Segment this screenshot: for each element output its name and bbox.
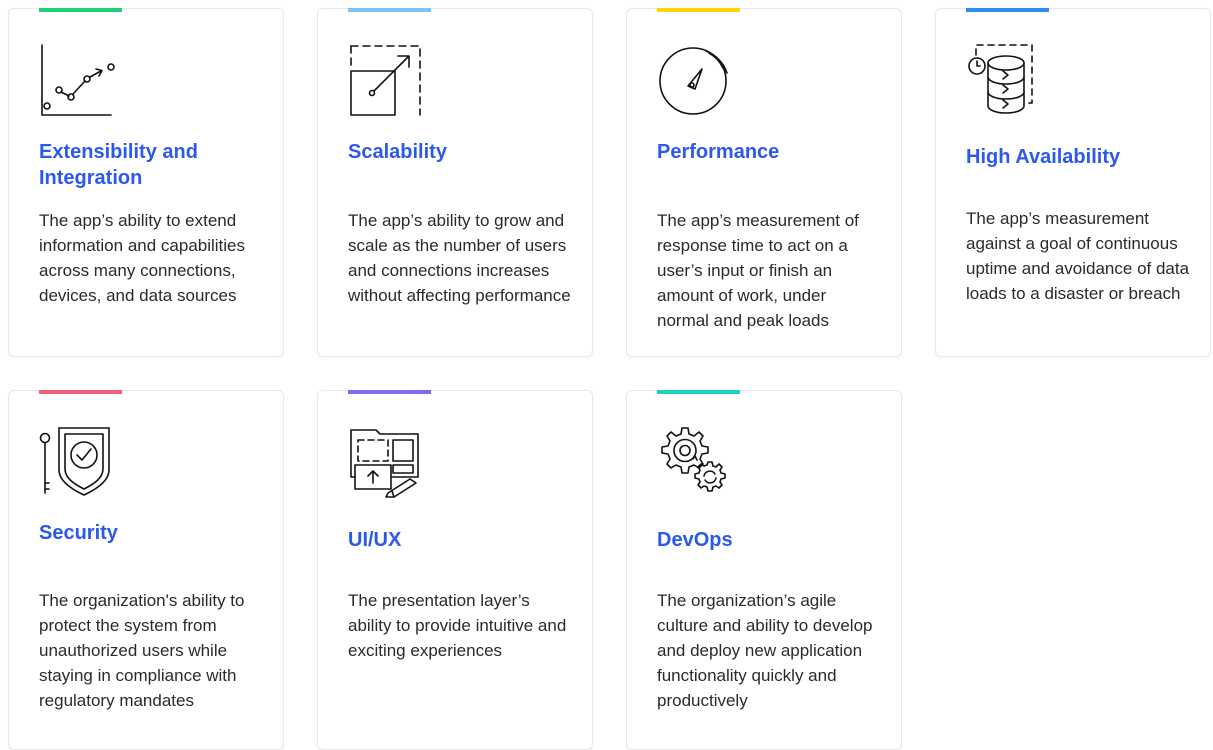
card-scalability: Scalability The app’s ability to grow an… [317, 8, 593, 357]
card-title: High Availability [966, 146, 1121, 168]
card-accent-bar [39, 390, 122, 394]
card-accent-bar [348, 390, 431, 394]
card-ui-ux: UI/UX The presentation layer’s ability t… [317, 390, 593, 750]
card-accent-bar [657, 390, 740, 394]
card-title: Security [39, 522, 118, 544]
card-description: The app’s ability to extend information … [39, 211, 246, 305]
shield-key-icon [39, 425, 115, 501]
card-extensibility: Extensibility and Integration The app’s … [8, 8, 284, 357]
scale-up-icon [348, 43, 424, 119]
card-description: The app’s measurement against a goal of … [966, 209, 1190, 303]
card-accent-bar [657, 8, 740, 12]
card-accent-bar [39, 8, 122, 12]
line-chart-icon [39, 43, 115, 119]
database-clock-icon [966, 43, 1042, 119]
card-description: The presentation layer’s ability to prov… [348, 591, 567, 660]
card-description: The organization’s agile culture and abi… [657, 591, 873, 710]
card-title: DevOps [657, 529, 733, 551]
card-description: The organization's ability to protect th… [39, 591, 245, 710]
card-title: Extensibility and Integration [39, 141, 198, 189]
card-accent-bar [966, 8, 1049, 12]
speedometer-icon [657, 43, 733, 119]
card-title: Performance [657, 141, 780, 163]
card-accent-bar [348, 8, 431, 12]
card-description: The app’s ability to grow and scale as t… [348, 211, 571, 305]
card-title: Scalability [348, 141, 447, 163]
card-security: Security The organization's ability to p… [8, 390, 284, 750]
design-layout-icon [348, 425, 424, 501]
card-title: UI/UX [348, 529, 402, 551]
card-devops: DevOps The organization’s agile culture … [626, 390, 902, 750]
gears-cycle-icon [657, 425, 733, 501]
card-description: The app’s measurement of response time t… [657, 211, 859, 330]
card-performance: Performance The app’s measurement of res… [626, 8, 902, 357]
card-high-availability: High Availability The app’s measurement … [935, 8, 1211, 357]
